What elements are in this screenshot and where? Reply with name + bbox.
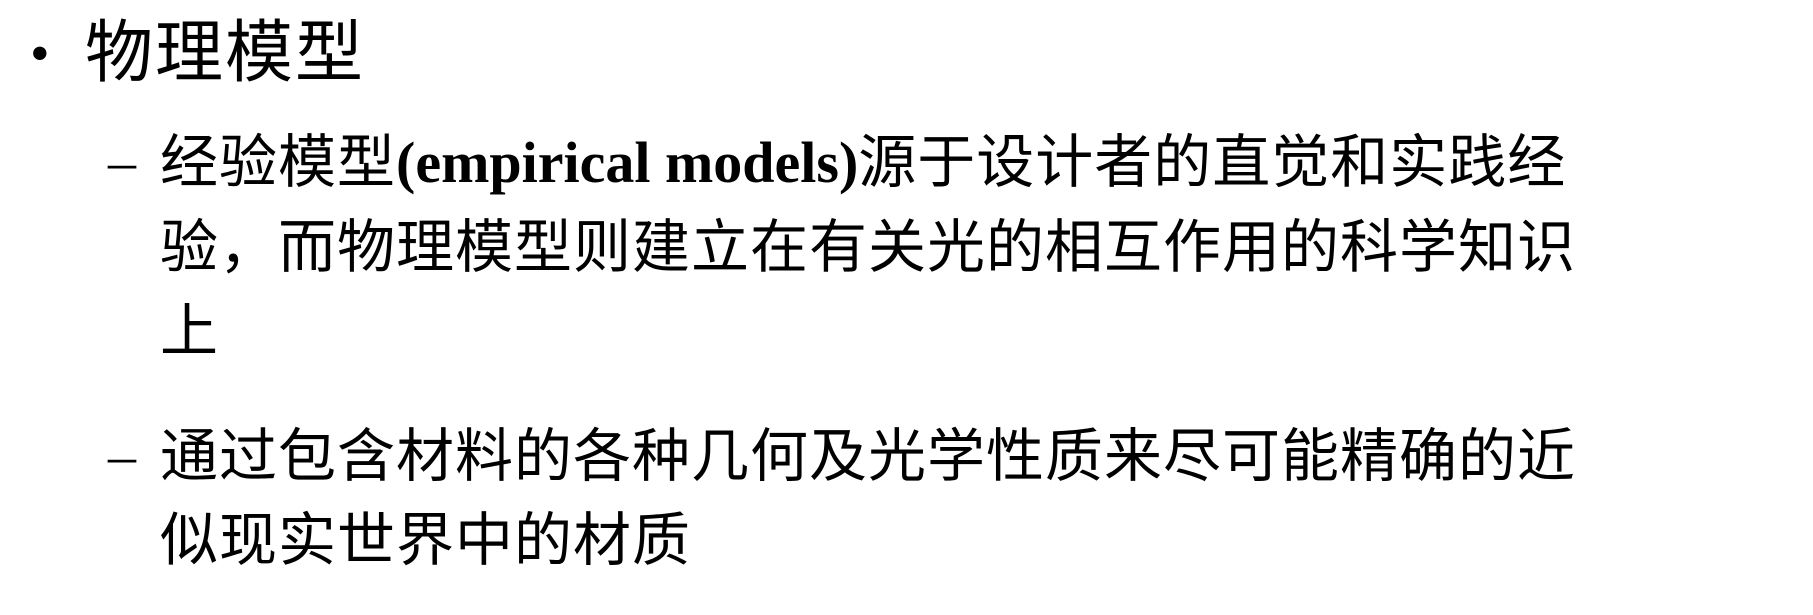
dash-marker-icon: – [108, 425, 136, 487]
heading-text: 物理模型 [85, 14, 366, 93]
sub-bullet-empirical-models: – 经验模型(empirical models)源于设计者的直觉和实践经 验，而… [108, 120, 1788, 373]
sub-bullet-text: 经验模型(empirical models)源于设计者的直觉和实践经 验，而物理… [160, 120, 1788, 373]
latin-term: (empirical models) [396, 130, 859, 195]
bullet-dot-icon: • [30, 23, 50, 85]
dash-marker-icon: – [108, 131, 136, 193]
sub-bullet-text: 通过包含材料的各种几何及光学性质来尽可能精确的近 似现实世界中的材质 [160, 422, 1577, 574]
text-segment: 经验模型 [160, 128, 397, 196]
sub-bullet-physical-properties: – 通过包含材料的各种几何及光学性质来尽可能精确的近 似现实世界中的材质 [108, 414, 1788, 582]
heading-bullet-item: • 物理模型 [30, 6, 365, 102]
slide: • 物理模型 – 经验模型(empirical models)源于设计者的直觉和… [0, 0, 1813, 615]
